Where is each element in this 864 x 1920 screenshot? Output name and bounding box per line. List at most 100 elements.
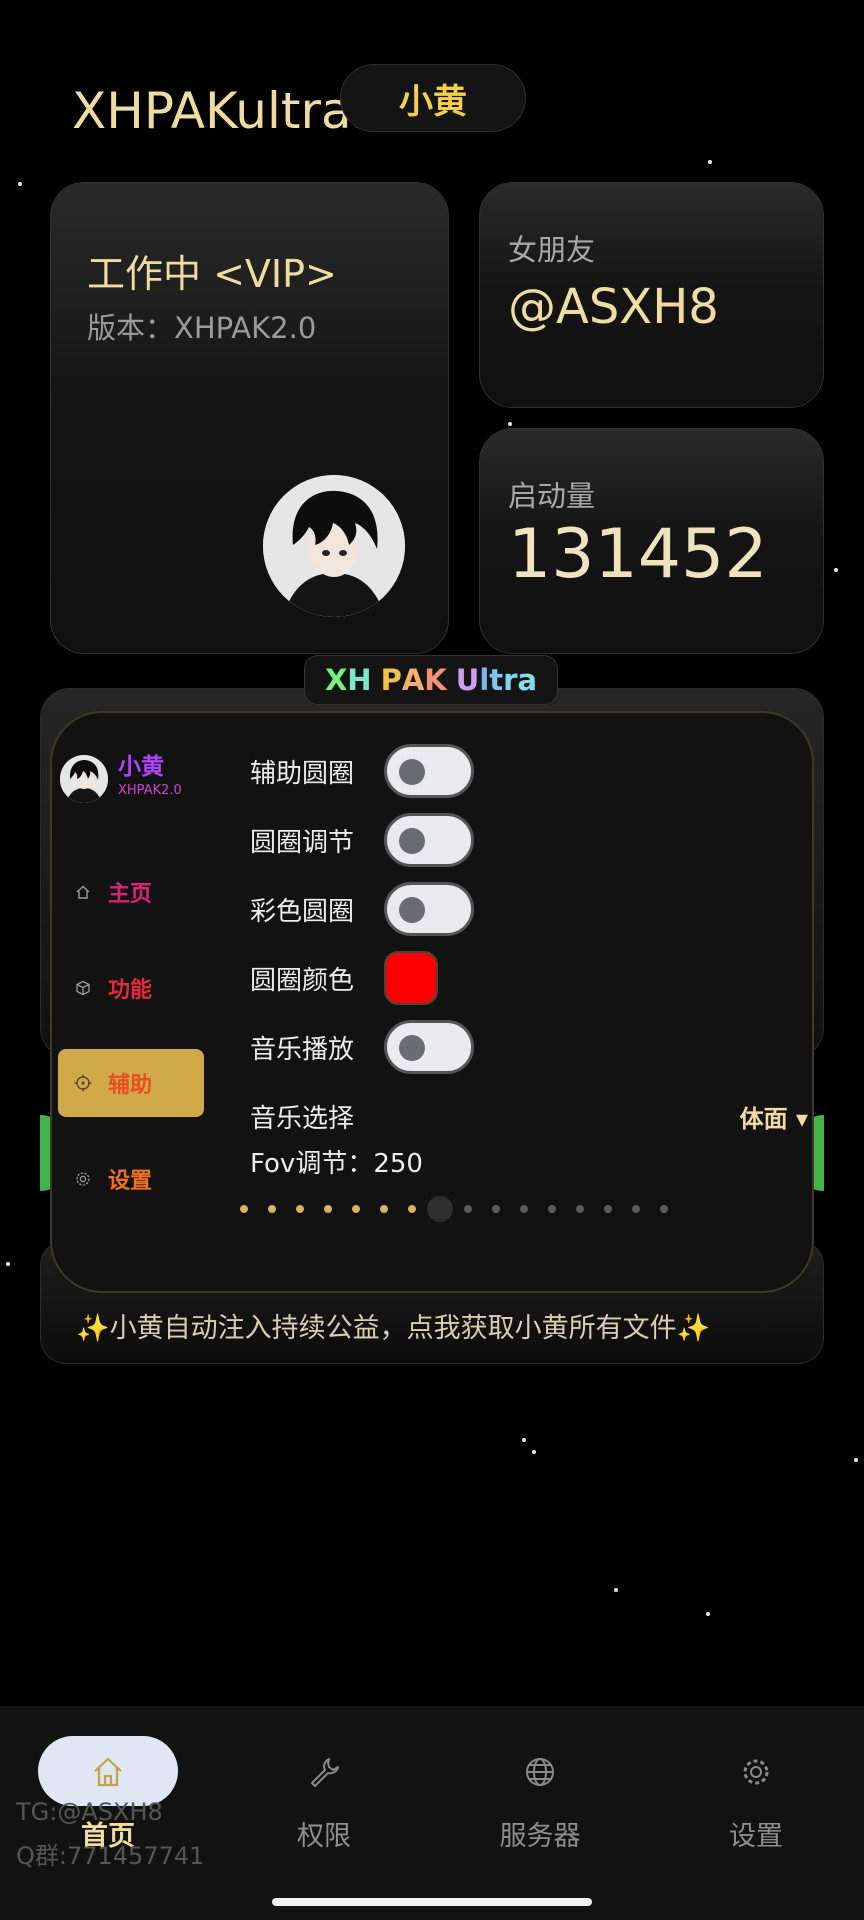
floating-menu: 小黄 XHPAK2.0 主页 功能 辅助 设置 辅助圆圈 圆圈调节 彩色圆圈 圆…	[50, 711, 814, 1293]
menu-nav-label: 主页	[108, 882, 153, 907]
slider-step-dot[interactable]	[632, 1205, 640, 1213]
menu-user-sub: XHPAK2.0	[118, 783, 182, 798]
slider-step-dot[interactable]	[660, 1205, 668, 1213]
option-color-circle: 彩色圆圈	[250, 881, 474, 937]
star-decoration	[532, 1450, 536, 1454]
avatar	[263, 475, 405, 617]
slider-step-dot[interactable]	[492, 1205, 500, 1213]
option-label: 圆圈调节	[250, 827, 355, 858]
cube-icon	[72, 977, 94, 999]
launch-count-label: 启动量	[508, 479, 596, 513]
menu-nav-features[interactable]: 功能	[58, 954, 204, 1022]
brand-letter: t	[489, 663, 504, 697]
brand-letter: r	[503, 663, 518, 697]
bottom-nav-label: 服务器	[499, 1821, 581, 1852]
app-screen: XHPAKultra2.0 小黄 工作中 <VIP> 版本：XHPAK2.0 女…	[0, 0, 864, 1920]
option-music-select: 音乐选择	[250, 1088, 384, 1144]
notice-text[interactable]: ✨小黄自动注入持续公益，点我获取小黄所有文件✨	[76, 1306, 710, 1345]
bottom-nav-settings[interactable]: 设置	[648, 1706, 864, 1866]
version-text: 版本：XHPAK2.0	[87, 311, 317, 345]
menu-nav-home[interactable]: 主页	[58, 858, 204, 926]
slider-thumb[interactable]	[427, 1196, 453, 1222]
menu-nav-label: 功能	[108, 978, 153, 1003]
home-icon	[72, 881, 94, 903]
circle-color-swatch[interactable]	[384, 951, 438, 1005]
home-indicator[interactable]	[272, 1898, 592, 1906]
star-decoration	[522, 1438, 526, 1442]
slider-step-dot[interactable]	[296, 1205, 304, 1213]
girlfriend-value: @ASXH8	[508, 279, 719, 335]
slider-step-dot[interactable]	[576, 1205, 584, 1213]
music-play-toggle[interactable]	[384, 1020, 474, 1074]
brand-letter: X	[324, 663, 348, 697]
option-circle-adjust: 圆圈调节	[250, 812, 474, 868]
slider-step-dot[interactable]	[604, 1205, 612, 1213]
toggle-knob	[399, 828, 425, 854]
slider-step-dot[interactable]	[240, 1205, 248, 1213]
status-card: 工作中 <VIP> 版本：XHPAK2.0	[50, 182, 449, 654]
bottom-nav-label: 设置	[729, 1821, 783, 1852]
work-status-text: 工作中 <VIP>	[87, 252, 337, 296]
option-label: 圆圈颜色	[250, 965, 355, 996]
brand-letter: K	[424, 663, 447, 697]
crosshair-icon	[72, 1072, 94, 1094]
menu-avatar	[60, 755, 108, 803]
brand-letter: P	[380, 663, 402, 697]
star-decoration	[614, 1588, 618, 1592]
toggle-knob	[399, 1035, 425, 1061]
brand-letter: a	[517, 663, 538, 697]
music-select-dropdown[interactable]: 体面 ▾	[740, 1091, 808, 1141]
toggle-knob	[399, 897, 425, 923]
star-decoration	[854, 1458, 858, 1462]
bottom-nav-label: 权限	[297, 1821, 351, 1852]
brand-pill: XH PAK Ultra	[304, 655, 558, 705]
option-label: 音乐播放	[250, 1034, 355, 1065]
slider-step-dot[interactable]	[408, 1205, 416, 1213]
brand-letter: U	[455, 663, 480, 697]
slider-step-dot[interactable]	[520, 1205, 528, 1213]
menu-nav-label: 设置	[108, 1169, 153, 1194]
star-decoration	[508, 422, 512, 426]
option-aux-circle: 辅助圆圈	[250, 743, 474, 799]
star-decoration	[706, 1612, 710, 1616]
color-circle-toggle[interactable]	[384, 882, 474, 936]
option-label: 音乐选择	[250, 1103, 355, 1134]
star-decoration	[18, 182, 22, 186]
name-pill[interactable]: 小黄	[340, 64, 526, 132]
star-decoration	[708, 160, 712, 164]
circle-adjust-toggle[interactable]	[384, 813, 474, 867]
option-label: 辅助圆圈	[250, 758, 355, 789]
slider-step-dot[interactable]	[464, 1205, 472, 1213]
aux-circle-toggle[interactable]	[384, 744, 474, 798]
gear-icon	[72, 1168, 94, 1190]
toggle-knob	[399, 759, 425, 785]
slider-step-dot[interactable]	[352, 1205, 360, 1213]
girlfriend-label: 女朋友	[508, 233, 596, 267]
brand-letter: H	[347, 663, 372, 697]
slider-step-dot[interactable]	[380, 1205, 388, 1213]
launch-count-value: 131452	[508, 515, 768, 594]
launch-count-card: 启动量 131452	[479, 428, 824, 654]
slider-step-dot[interactable]	[268, 1205, 276, 1213]
star-decoration	[834, 568, 838, 572]
globe-icon	[520, 1752, 560, 1792]
brand-letter: l	[479, 663, 490, 697]
star-decoration	[6, 1262, 10, 1266]
slider-step-dot[interactable]	[548, 1205, 556, 1213]
fov-slider[interactable]	[240, 1196, 728, 1222]
home-icon	[88, 1752, 128, 1792]
bottom-nav-permissions[interactable]: 权限	[216, 1706, 432, 1866]
menu-nav-label: 辅助	[108, 1073, 153, 1098]
brand-letter: A	[401, 663, 425, 697]
watermark-tg: TG:@ASXH8	[16, 1798, 163, 1826]
slider-step-dot[interactable]	[324, 1205, 332, 1213]
girlfriend-card[interactable]: 女朋友 @ASXH8	[479, 182, 824, 408]
option-circle-color: 圆圈颜色	[250, 950, 438, 1006]
menu-nav-settings[interactable]: 设置	[58, 1145, 204, 1213]
bottom-nav-server[interactable]: 服务器	[432, 1706, 648, 1866]
wrench-icon	[304, 1752, 344, 1792]
watermark-qq: Q群:771457741	[16, 1842, 205, 1870]
option-music-play: 音乐播放	[250, 1019, 474, 1075]
menu-nav-assist[interactable]: 辅助	[58, 1049, 204, 1117]
menu-user-name: 小黄	[118, 754, 164, 780]
